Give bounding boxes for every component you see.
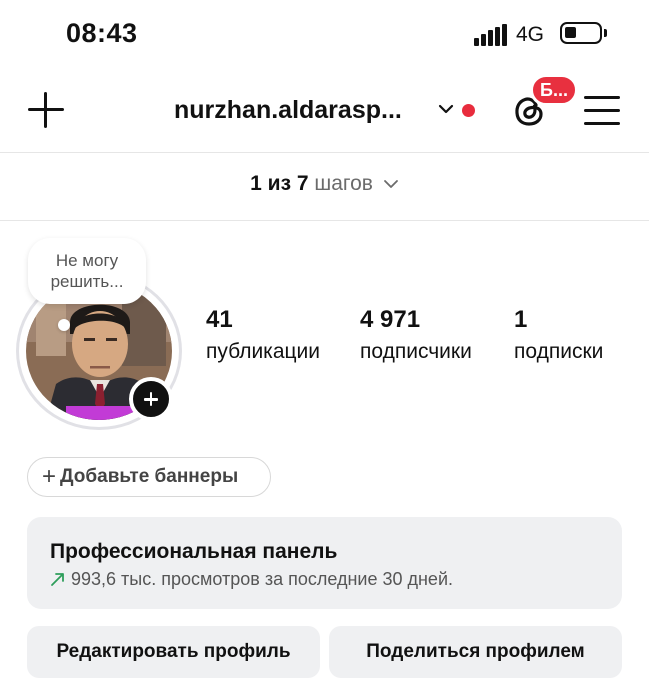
share-profile-button[interactable]: Поделиться профилем — [329, 626, 622, 678]
signal-icon — [474, 24, 508, 46]
stat-following[interactable]: 1 подписки — [514, 306, 603, 364]
add-banners-label: Добавьте баннеры — [60, 466, 239, 487]
notification-dot — [462, 104, 475, 117]
stat-following-value: 1 — [514, 306, 528, 333]
professional-dashboard-subtitle: 993,6 тыс. просмотров за последние 30 дн… — [50, 569, 453, 590]
steps-progress: 1 из 7 — [250, 172, 309, 195]
add-story-plus-icon[interactable] — [129, 377, 173, 421]
stat-followers-value: 4 971 — [360, 306, 421, 333]
threads-badge: Б... — [530, 74, 578, 106]
chevron-down-icon — [383, 180, 398, 189]
onboarding-steps[interactable]: 1 из 7 шагов — [0, 172, 649, 196]
views-stat: 993,6 тыс. просмотров за последние 30 дн… — [71, 569, 453, 589]
professional-dashboard-title: Профессиональная панель — [50, 540, 338, 563]
thought-bubble-tail — [58, 319, 70, 331]
chevron-down-icon[interactable] — [438, 101, 454, 117]
stat-posts-label: публикации — [206, 340, 320, 363]
profile-username[interactable]: nurzhan.aldarasp... — [174, 96, 402, 125]
battery-icon — [560, 22, 607, 44]
stat-followers[interactable]: 4 971 подписчики — [360, 306, 472, 364]
steps-divider — [0, 220, 649, 221]
trend-up-arrow-icon — [51, 573, 64, 586]
plus-icon: + — [42, 463, 57, 490]
stat-posts-value: 41 — [206, 306, 233, 333]
steps-label: шагов — [314, 172, 373, 195]
stat-followers-label: подписчики — [360, 340, 472, 363]
stat-following-label: подписки — [514, 340, 604, 363]
stat-posts[interactable]: 41 публикации — [206, 306, 320, 364]
create-plus-icon[interactable] — [28, 92, 64, 128]
header-divider — [0, 152, 649, 153]
professional-dashboard[interactable]: Профессиональная панель 993,6 тыс. просм… — [27, 517, 622, 609]
network-label: 4G — [516, 23, 545, 46]
edit-profile-button[interactable]: Редактировать профиль — [27, 626, 320, 678]
status-time: 08:43 — [66, 18, 138, 48]
thought-bubble[interactable]: Не могу решить... — [28, 238, 146, 304]
menu-icon[interactable] — [584, 96, 620, 126]
thought-line-2: решить... — [50, 272, 124, 291]
thought-line-1: Не могу — [55, 251, 119, 270]
add-banners-button[interactable]: + Добавьте баннеры — [27, 457, 271, 497]
